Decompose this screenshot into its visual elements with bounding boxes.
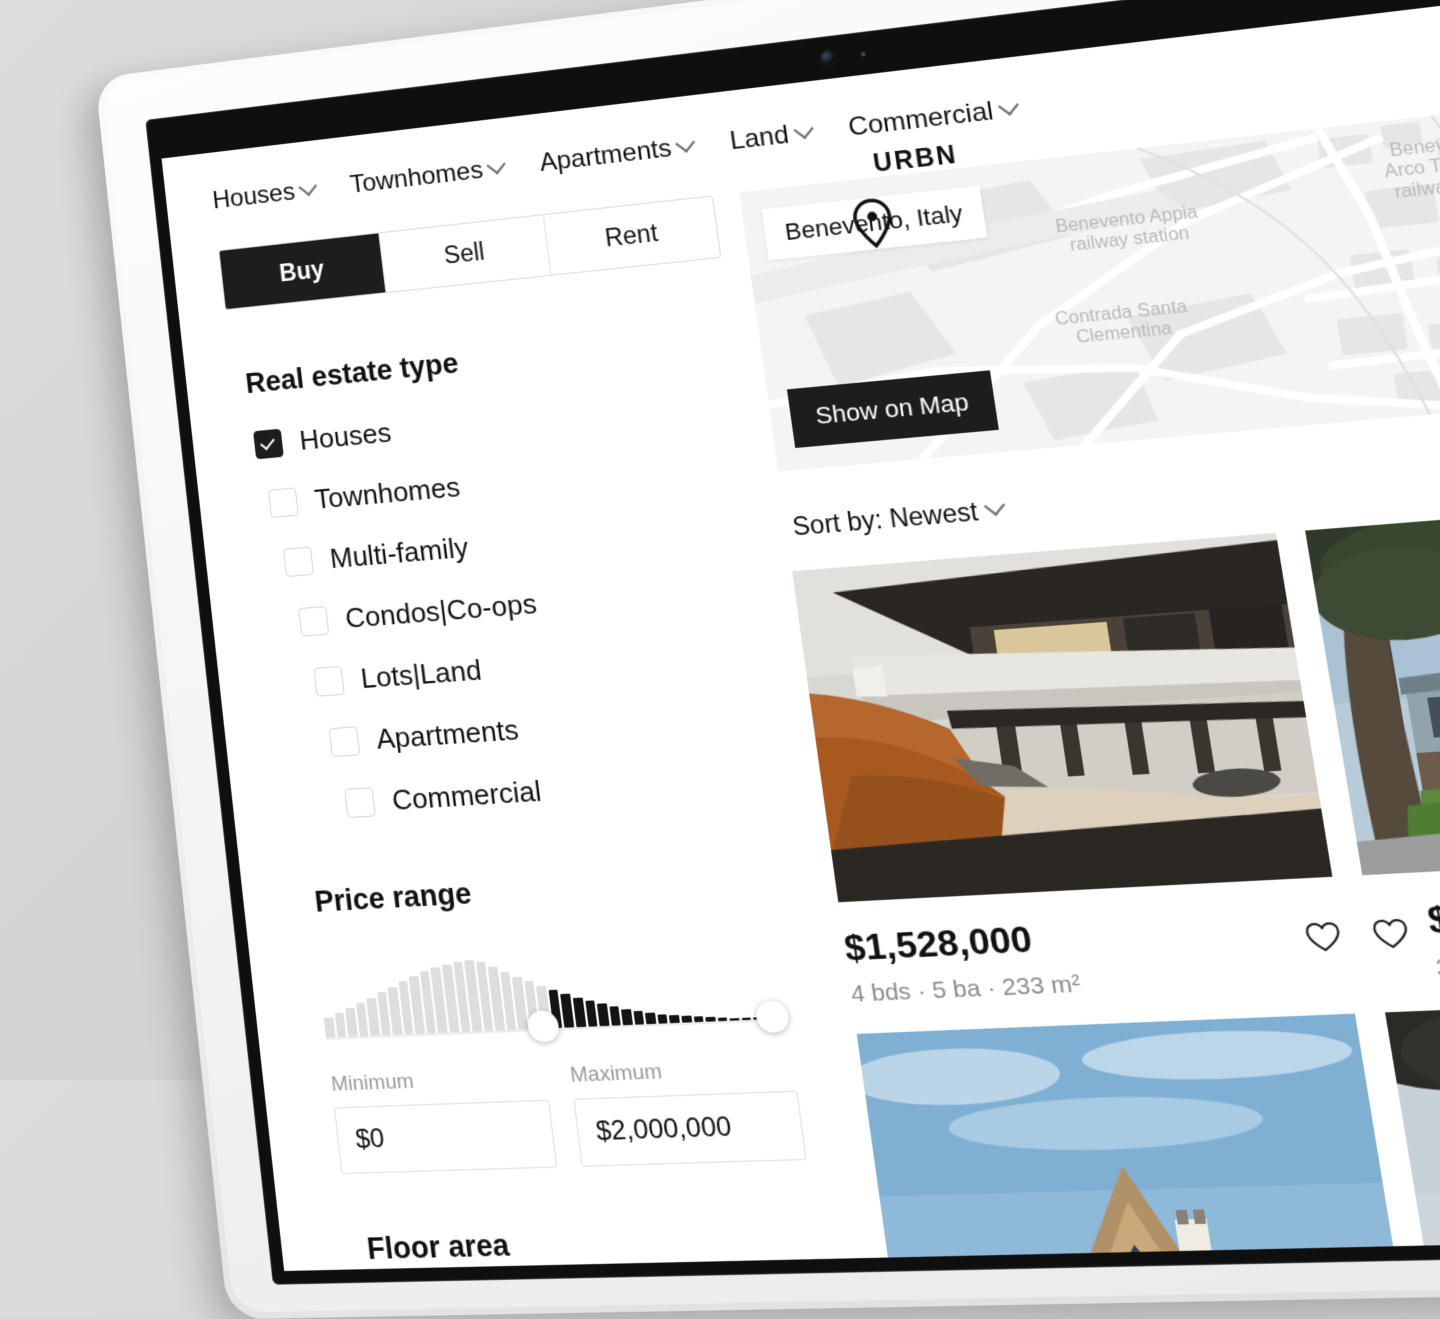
checkbox-label: Commercial [390, 774, 543, 817]
listing-card[interactable] [1385, 990, 1440, 1271]
checkbox-label: Multi-family [328, 531, 470, 575]
histogram-bar [645, 1012, 657, 1025]
listing-card[interactable] [856, 1013, 1415, 1271]
histogram-bar [345, 1008, 358, 1037]
listing-grid: $1,528,000 4 bds · 5 ba · 233 m² $962,00… [792, 488, 1440, 1271]
laptop-device: Houses Townhomes Apartments Land Commerc… [95, 0, 1440, 1319]
histogram-bar [693, 1016, 704, 1023]
sort-label: Sort by: Newest [790, 496, 980, 541]
buy-sell-rent-toggle: Buy Sell Rent [218, 195, 722, 311]
histogram-bar [705, 1017, 716, 1022]
histogram-bar [729, 1017, 740, 1021]
listing-price: $962,000 [1424, 890, 1440, 942]
chevron-down-icon [792, 119, 814, 139]
filter-option-lots-land[interactable]: Lots|Land [313, 632, 780, 699]
checkbox-apartments[interactable] [328, 726, 361, 758]
listing-photo[interactable] [1305, 488, 1440, 876]
checkbox-commercial[interactable] [344, 787, 376, 819]
checkbox-label: Apartments [374, 713, 521, 756]
nav-item-label: Land [727, 120, 791, 156]
nav-item-label: Townhomes [348, 155, 485, 199]
page-body: Buy Sell Rent Real estate type Houses To… [172, 78, 1440, 1271]
chevron-down-icon [984, 495, 1006, 516]
nav-item-commercial[interactable]: Commercial [846, 94, 1019, 143]
heart-icon[interactable] [1369, 916, 1412, 951]
histogram-bar [597, 1003, 610, 1027]
checkbox-multi-family[interactable] [282, 546, 315, 578]
histogram-bar [572, 997, 586, 1028]
price-range-heading: Price range [312, 876, 474, 919]
checkbox-lots-land[interactable] [313, 665, 345, 697]
segment-sell[interactable]: Sell [379, 215, 552, 293]
filter-option-multi-family[interactable]: Multi-family [282, 506, 763, 579]
price-maximum-input[interactable]: $2,000,000 [573, 1090, 807, 1167]
price-inputs: Minimum $0 Maximum $2,000,000 [330, 1055, 807, 1175]
segment-rent[interactable]: Rent [543, 196, 721, 275]
filter-option-condos-coops[interactable]: Condos|Co-ops [298, 569, 772, 639]
histogram-bar [657, 1013, 669, 1024]
histogram-bar [584, 1000, 598, 1027]
nav-item-houses[interactable]: Houses [211, 175, 318, 215]
black-modern-house-dusk-image [1305, 488, 1440, 876]
price-minimum-input[interactable]: $0 [333, 1099, 558, 1175]
histogram-bar [334, 1013, 347, 1038]
checkbox-label: Condos|Co-ops [343, 587, 539, 635]
gabled-roof-blue-sky-image [856, 1013, 1415, 1271]
listing-card[interactable]: $1,528,000 4 bds · 5 ba · 233 m² [792, 532, 1351, 1009]
price-maximum-group: Maximum $2,000,000 [569, 1055, 807, 1167]
urbn-page: Houses Townhomes Apartments Land Commerc… [162, 0, 1440, 1271]
histogram-bar [717, 1017, 728, 1022]
filter-option-houses[interactable]: Houses [253, 383, 746, 462]
histogram-bar [669, 1015, 680, 1024]
checkbox-condos-coops[interactable] [298, 605, 330, 637]
checkbox-label: Houses [297, 416, 393, 457]
listing-photo[interactable] [792, 532, 1333, 903]
chevron-down-icon [486, 154, 507, 174]
heart-icon[interactable] [1302, 919, 1345, 954]
nav-item-label: Commercial [846, 96, 996, 143]
segment-buy[interactable]: Buy [219, 233, 387, 310]
checkbox-label: Townhomes [312, 470, 462, 516]
histogram-bar [609, 1006, 622, 1026]
listing-photo[interactable] [1385, 990, 1440, 1271]
browser-viewport: Houses Townhomes Apartments Land Commerc… [161, 0, 1440, 1271]
checkbox-townhomes[interactable] [267, 487, 299, 519]
checkbox-houses[interactable] [253, 428, 284, 460]
chevron-down-icon [997, 95, 1019, 116]
histogram-bar [741, 1017, 752, 1021]
laptop-lid: Houses Townhomes Apartments Land Commerc… [95, 0, 1440, 1319]
floor-area-heading: Floor area [365, 1228, 512, 1266]
filter-option-townhomes[interactable]: Townhomes [267, 444, 755, 520]
checkbox-label: Lots|Land [358, 653, 484, 695]
filter-option-apartments[interactable]: Apartments [328, 695, 789, 760]
nav-item-land[interactable]: Land [727, 118, 814, 157]
modern-concrete-hillside-house-image [792, 532, 1333, 903]
chevron-down-icon [298, 176, 318, 196]
histogram-bar [633, 1010, 645, 1025]
nav-item-label: Apartments [537, 134, 674, 178]
webcam-indicator-icon [860, 51, 866, 57]
price-minimum-label: Minimum [330, 1069, 415, 1097]
nav-item-apartments[interactable]: Apartments [537, 131, 696, 178]
chevron-down-icon [675, 132, 696, 153]
listing-photo[interactable] [856, 1013, 1415, 1271]
filter-option-commercial[interactable]: Commercial [344, 758, 798, 820]
real-estate-type-heading: Real estate type [243, 347, 461, 400]
price-maximum-label: Maximum [568, 1060, 664, 1088]
histogram-bar [681, 1015, 692, 1023]
roof-under-tree-image [1385, 990, 1440, 1271]
webcam-icon [820, 50, 837, 66]
histogram-bar [621, 1008, 633, 1026]
nav-item-townhomes[interactable]: Townhomes [348, 153, 507, 200]
price-range-slider[interactable] [318, 941, 791, 1058]
price-minimum-group: Minimum $0 [330, 1065, 558, 1175]
screen-bezel: Houses Townhomes Apartments Land Commerc… [145, 0, 1440, 1285]
histogram-bar [323, 1017, 336, 1038]
nav-item-label: Houses [211, 177, 297, 215]
